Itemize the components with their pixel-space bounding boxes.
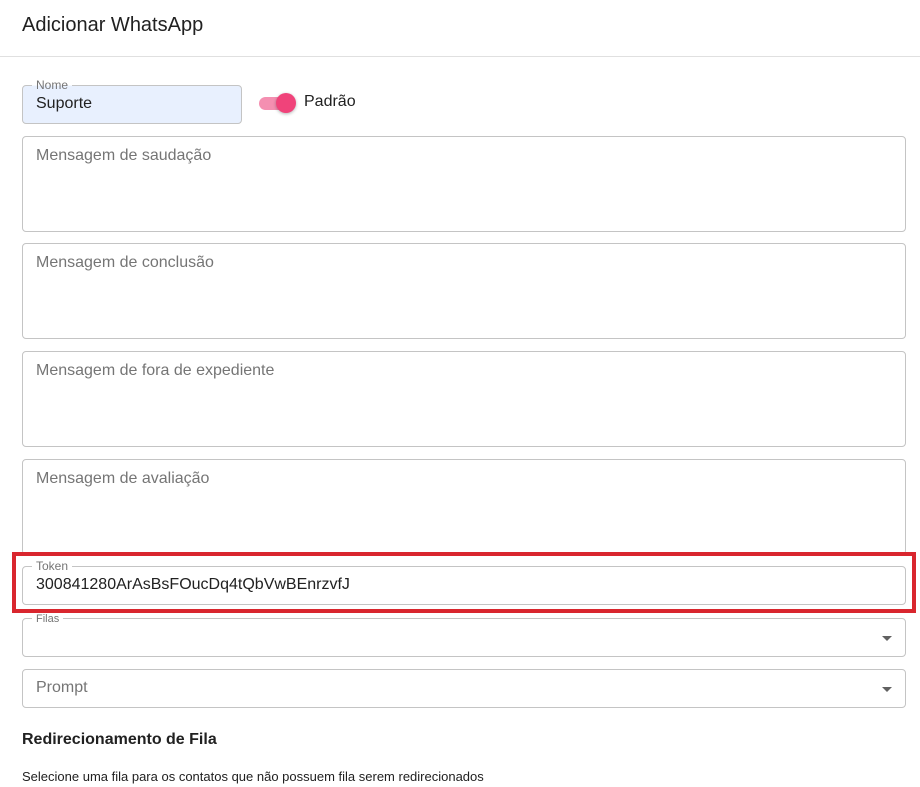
offhours-message-input[interactable]: Mensagem de fora de expediente [22,351,906,447]
dialog-title: Adicionar WhatsApp [22,14,204,36]
chevron-down-icon [882,687,892,692]
switch-thumb [276,93,296,113]
default-switch[interactable] [257,93,297,113]
queues-select[interactable]: Filas [22,613,906,657]
greeting-message-input[interactable]: Mensagem de saudação [22,136,906,232]
redirect-section-description: Selecione uma fila para os contatos que … [22,769,484,784]
name-field[interactable]: Nome Suporte [22,79,242,124]
offhours-message-placeholder: Mensagem de fora de expediente [36,362,275,379]
greeting-message-placeholder: Mensagem de saudação [36,147,212,164]
conclusion-message-input[interactable]: Mensagem de conclusão [22,243,906,339]
rating-message-input[interactable]: Mensagem de avaliação [22,459,906,555]
name-label: Nome [32,79,73,91]
rating-message-placeholder: Mensagem de avaliação [36,470,210,487]
prompt-select[interactable]: Prompt [22,669,906,708]
chevron-down-icon [882,636,892,641]
dialog-header: Adicionar WhatsApp [0,0,920,57]
redirect-section-title: Redirecionamento de Fila [22,731,217,748]
name-value: Suporte [36,95,93,112]
queues-label: Filas [32,613,64,625]
prompt-placeholder: Prompt [36,679,88,696]
default-switch-label: Padrão [304,93,356,110]
conclusion-message-placeholder: Mensagem de conclusão [36,254,214,271]
token-highlight-box [12,552,916,613]
